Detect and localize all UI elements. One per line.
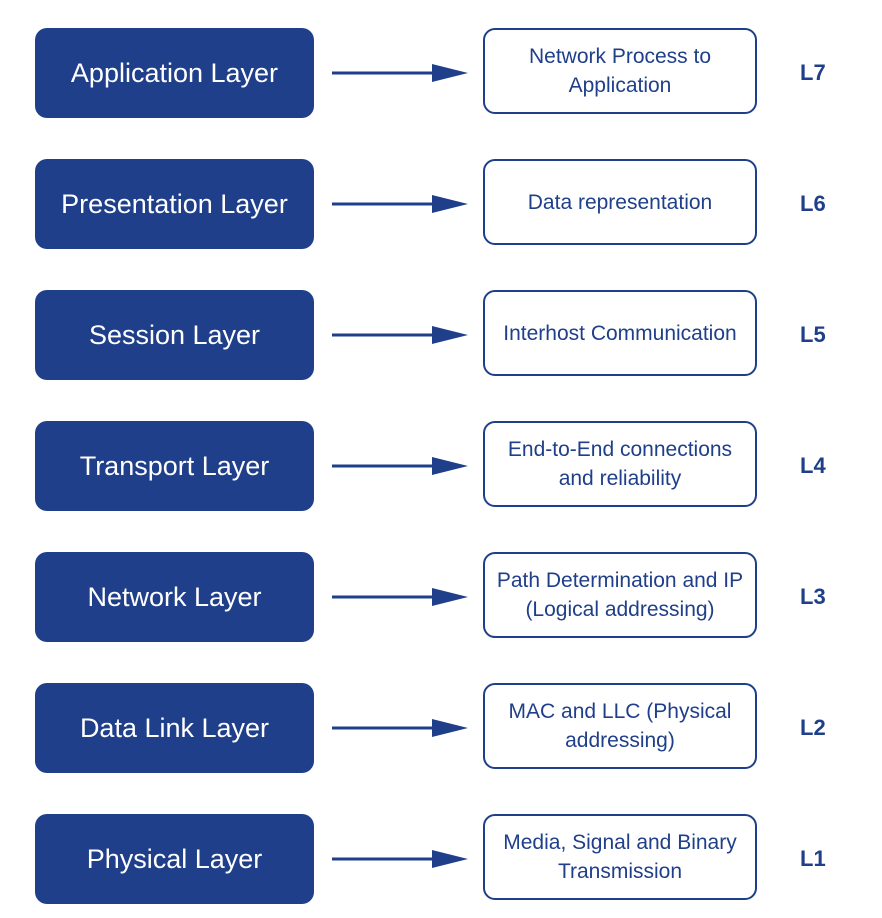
- layer-level: L7: [800, 60, 826, 85]
- layer-description: MAC and LLC (Physical addressing): [483, 683, 757, 769]
- layer-row: Transport Layer End-to-End connections a…: [0, 421, 882, 511]
- layer-box: Session Layer: [35, 290, 314, 380]
- layer-row: Network Layer Path Determination and IP …: [0, 552, 882, 642]
- layer-description: End-to-End connections and reliability: [483, 421, 757, 507]
- layer-description: Data representation: [483, 159, 757, 245]
- layer-level: L6: [800, 191, 826, 216]
- layer-description: Network Process to Application: [483, 28, 757, 114]
- layer-level: L1: [800, 846, 826, 871]
- arrow-right-icon: [332, 64, 468, 82]
- arrow-right-icon: [332, 326, 468, 344]
- layer-row: Presentation Layer Data representation L…: [0, 159, 882, 249]
- layer-level: L2: [800, 715, 826, 740]
- layer-description: Media, Signal and Binary Transmission: [483, 814, 757, 900]
- layer-row: Physical Layer Media, Signal and Binary …: [0, 814, 882, 904]
- arrow-right-icon: [332, 457, 468, 475]
- layer-level: L5: [800, 322, 826, 347]
- layer-description: Path Determination and IP (Logical addre…: [483, 552, 757, 638]
- arrow-right-icon: [332, 588, 468, 606]
- layer-row: Data Link Layer MAC and LLC (Physical ad…: [0, 683, 882, 773]
- arrow-right-icon: [332, 195, 468, 213]
- layer-level: L4: [800, 453, 826, 478]
- layer-description: Interhost Communication: [483, 290, 757, 376]
- layer-box: Presentation Layer: [35, 159, 314, 249]
- layer-box: Data Link Layer: [35, 683, 314, 773]
- layer-box: Transport Layer: [35, 421, 314, 511]
- layer-row: Session Layer Interhost Communication L5: [0, 290, 882, 380]
- arrow-right-icon: [332, 850, 468, 868]
- layer-level: L3: [800, 584, 826, 609]
- layer-box: Physical Layer: [35, 814, 314, 904]
- layer-row: Application Layer Network Process to App…: [0, 28, 882, 118]
- layer-box: Application Layer: [35, 28, 314, 118]
- layer-box: Network Layer: [35, 552, 314, 642]
- arrow-right-icon: [332, 719, 468, 737]
